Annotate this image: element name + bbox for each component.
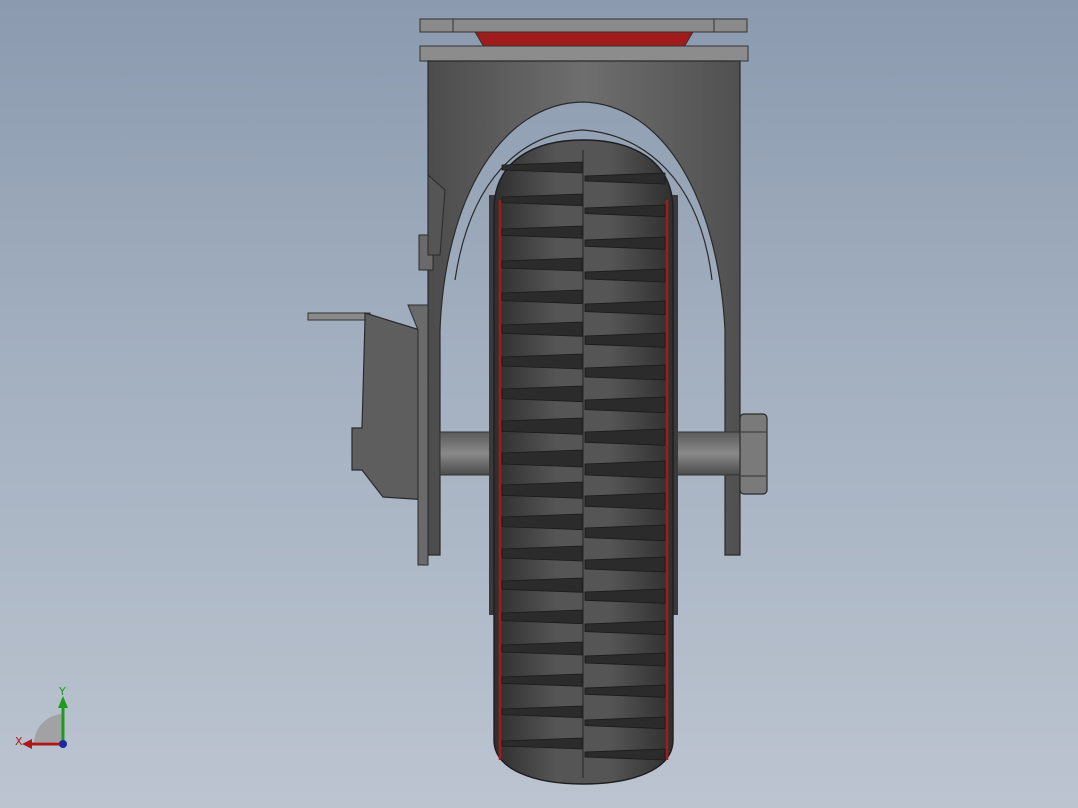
x-axis-arrow — [22, 739, 32, 749]
axle-nut — [739, 413, 768, 495]
tread-block — [584, 396, 666, 414]
tread-block — [501, 577, 583, 593]
orientation-triad: Y X — [15, 686, 68, 749]
tread-block — [584, 492, 666, 510]
tread-block — [584, 556, 666, 573]
tread-block — [584, 588, 666, 604]
tread-block — [501, 481, 583, 499]
swivel-bearing-red — [474, 31, 694, 48]
tread-block — [501, 321, 583, 337]
wheel-tire — [489, 139, 678, 785]
y-axis-label: Y — [58, 686, 66, 698]
tread-block — [584, 460, 666, 479]
swivel-race-plate — [419, 45, 749, 62]
z-axis-dot — [59, 740, 67, 748]
tread-block — [584, 332, 666, 348]
tread-block — [584, 428, 666, 446]
tread-block — [501, 353, 583, 370]
tread-block — [584, 524, 666, 542]
x-axis-label: X — [15, 735, 23, 748]
tread-block — [501, 449, 583, 468]
brake-assembly — [307, 173, 446, 566]
tread-block — [501, 545, 583, 562]
tread-block — [584, 364, 666, 381]
caster-wheel-model[interactable] — [0, 0, 1078, 808]
tread-block — [501, 417, 583, 435]
tread-block — [501, 513, 583, 531]
triad-arc — [34, 714, 62, 742]
tread-block — [501, 385, 583, 403]
top-mount-plate — [419, 18, 748, 33]
graphics-viewport[interactable]: Y X — [0, 0, 1078, 808]
